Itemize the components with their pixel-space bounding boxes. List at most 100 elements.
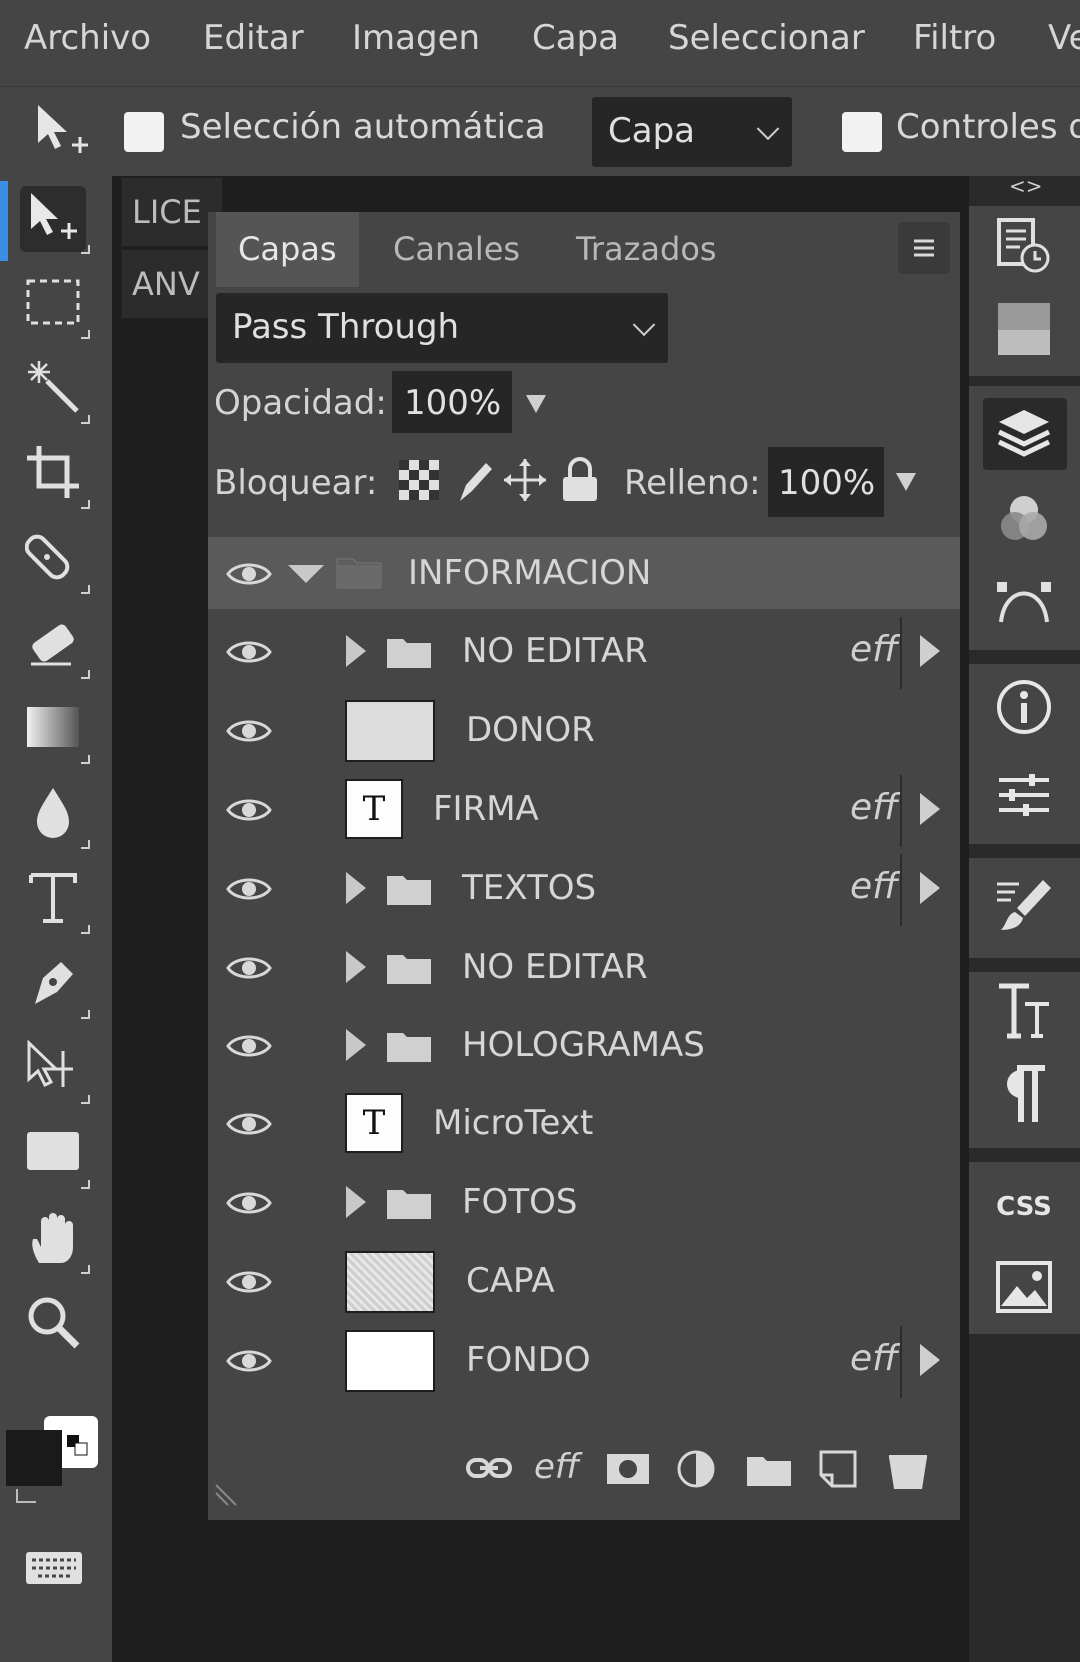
healing-tool[interactable] [20, 526, 90, 594]
eye-icon[interactable] [226, 955, 272, 981]
tab-capas[interactable]: Capas [216, 212, 359, 287]
brush-settings-icon[interactable] [993, 874, 1055, 936]
eye-icon[interactable] [226, 1033, 272, 1059]
tab-canales[interactable]: Canales [393, 212, 520, 287]
eye-icon[interactable] [226, 718, 272, 744]
layer-row-fotos[interactable]: FOTOS [208, 1166, 960, 1238]
keyboard-icon[interactable] [24, 1548, 84, 1588]
layer-row-firma[interactable]: T FIRMA eff [208, 773, 960, 847]
expand-arrow-icon[interactable] [346, 1186, 366, 1218]
swap-colors-icon[interactable] [14, 1486, 40, 1506]
paths-icon[interactable] [993, 572, 1055, 634]
auto-select-target-dropdown[interactable]: Capa [592, 97, 792, 167]
gradient-tool[interactable] [20, 696, 90, 764]
paragraph-icon[interactable] [993, 1064, 1055, 1126]
layer-mask-icon[interactable] [606, 1451, 650, 1491]
character-icon[interactable] [993, 980, 1055, 1042]
auto-select-checkbox[interactable] [124, 112, 164, 152]
move-tool[interactable] [20, 186, 90, 254]
opacity-input[interactable]: 100% [392, 371, 512, 433]
expand-arrow-icon[interactable] [346, 1029, 366, 1061]
path-select-tool[interactable] [20, 1036, 90, 1104]
effects-separator [900, 775, 902, 847]
eye-icon[interactable] [226, 561, 272, 587]
expand-arrow-icon[interactable] [346, 635, 366, 667]
eye-icon[interactable] [226, 1269, 272, 1295]
lock-all-icon[interactable] [560, 455, 600, 507]
panel-menu-button[interactable] [898, 222, 950, 274]
link-layers-icon[interactable] [466, 1451, 512, 1489]
blur-tool[interactable] [20, 781, 90, 849]
effects-expand-icon[interactable] [920, 1344, 940, 1376]
new-layer-icon[interactable] [818, 1449, 858, 1493]
menu-seleccionar[interactable]: Seleccionar [668, 18, 865, 58]
magic-wand-tool[interactable] [20, 356, 90, 424]
menu-filtro[interactable]: Filtro [913, 18, 996, 58]
zoom-tool[interactable] [20, 1291, 86, 1357]
eye-icon[interactable] [226, 876, 272, 902]
layers-icon[interactable] [993, 402, 1055, 464]
transform-controls-checkbox[interactable] [842, 112, 882, 152]
collapse-arrow-icon[interactable] [288, 565, 324, 583]
tab-trazados[interactable]: Trazados [576, 212, 717, 287]
layer-row-textos[interactable]: TEXTOS eff [208, 852, 960, 926]
folder-icon [386, 872, 432, 906]
pen-tool[interactable] [20, 951, 90, 1019]
eye-icon[interactable] [226, 1348, 272, 1374]
default-colors-icon[interactable] [66, 1434, 88, 1456]
menu-capa[interactable]: Capa [532, 18, 619, 58]
lock-pixels-icon[interactable] [454, 457, 494, 507]
delete-layer-icon[interactable] [886, 1449, 930, 1495]
eye-icon[interactable] [226, 639, 272, 665]
foreground-color-swatch[interactable] [6, 1430, 62, 1486]
adjustments-icon[interactable] [993, 764, 1055, 826]
opacity-slider-icon[interactable] [526, 395, 546, 413]
lock-position-icon[interactable] [502, 457, 548, 507]
effects-indicator: eff [850, 629, 899, 670]
menu-imagen[interactable]: Imagen [352, 18, 480, 58]
layer-effects-button[interactable]: eff [534, 1447, 579, 1487]
fill-slider-icon[interactable] [896, 473, 916, 491]
rectangle-tool[interactable] [20, 1121, 90, 1189]
document-tab-2[interactable]: ANV [122, 250, 222, 318]
lock-transparency-icon[interactable] [398, 459, 440, 505]
document-tab-1[interactable]: LICE [122, 178, 222, 246]
effects-expand-icon[interactable] [920, 793, 940, 825]
blend-mode-dropdown[interactable]: Pass Through [216, 293, 668, 363]
history-icon[interactable] [993, 214, 1055, 276]
eye-icon[interactable] [226, 1111, 272, 1137]
eye-icon[interactable] [226, 1190, 272, 1216]
effects-expand-icon[interactable] [920, 872, 940, 904]
layer-row-capa[interactable]: CAPA [208, 1245, 960, 1317]
layer-row-hologramas[interactable]: HOLOGRAMAS [208, 1009, 960, 1081]
layer-row-microtext[interactable]: T MicroText [208, 1087, 960, 1159]
dock-collapse-toggle[interactable]: <> [1009, 174, 1043, 198]
marquee-tool[interactable] [20, 271, 90, 339]
layer-row-fondo[interactable]: FONDO eff [208, 1324, 960, 1398]
eraser-tool[interactable] [20, 611, 90, 679]
image-icon[interactable] [993, 1256, 1055, 1318]
layer-row-no-editar[interactable]: NO EDITAR eff [208, 615, 960, 689]
crop-tool[interactable] [20, 441, 90, 509]
eye-icon[interactable] [226, 797, 272, 823]
layer-row-no-editar-2[interactable]: NO EDITAR [208, 931, 960, 1003]
expand-arrow-icon[interactable] [346, 872, 366, 904]
menu-archivo[interactable]: Archivo [24, 18, 151, 58]
css-icon[interactable]: CSS [993, 1176, 1055, 1238]
new-group-icon[interactable] [746, 1453, 792, 1491]
hand-tool[interactable] [20, 1206, 90, 1274]
css-label: CSS [996, 1192, 1052, 1222]
channels-icon[interactable] [993, 488, 1055, 550]
layer-row-informacion[interactable]: INFORMACION [208, 537, 960, 609]
effects-expand-icon[interactable] [920, 635, 940, 667]
info-icon[interactable] [993, 676, 1055, 738]
swatches-icon[interactable] [993, 298, 1055, 360]
menu-editar[interactable]: Editar [203, 18, 304, 58]
menu-vista[interactable]: Ve [1048, 18, 1080, 58]
expand-arrow-icon[interactable] [346, 951, 366, 983]
layer-row-donor[interactable]: DONOR [208, 694, 960, 766]
type-tool[interactable] [20, 866, 90, 934]
fill-input[interactable]: 100% [768, 447, 884, 517]
adjustment-layer-icon[interactable] [676, 1449, 716, 1493]
resize-grip-icon[interactable] [214, 1483, 238, 1511]
